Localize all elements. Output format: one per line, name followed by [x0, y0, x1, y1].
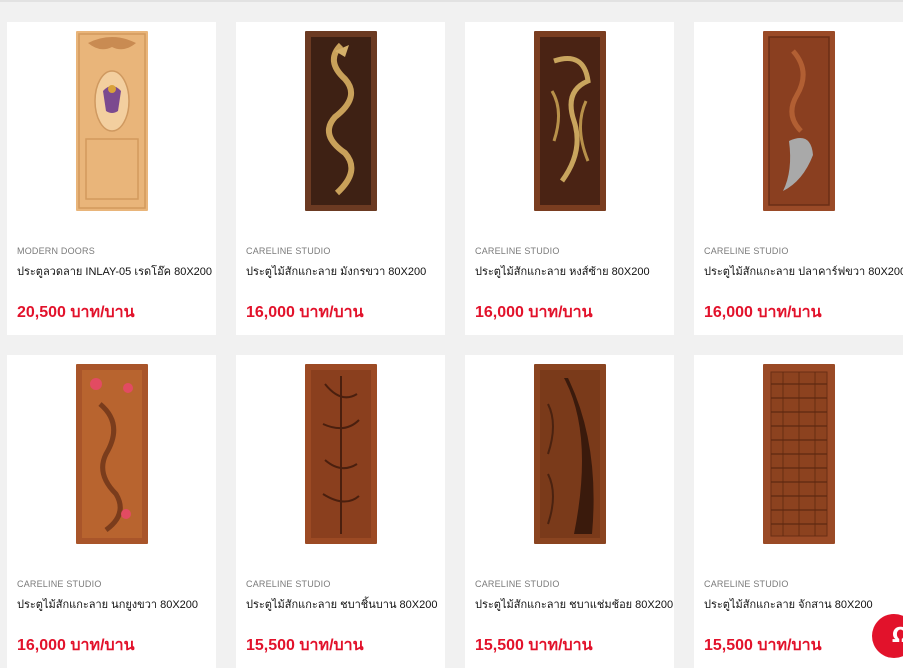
product-name[interactable]: ประตูไม้สักแกะลาย ชบาชิ้นบาน 80X200 [246, 595, 437, 613]
product-price: 16,000 บาท/บาน [475, 304, 593, 321]
product-name[interactable]: ประตูไม้สักแกะลาย มังกรขวา 80X200 [246, 262, 426, 280]
door-image [75, 364, 148, 544]
product-card[interactable]: CARELINE STUDIO ประตูไม้สักแกะลาย จักสาน… [694, 355, 903, 668]
product-brand: CARELINE STUDIO [475, 246, 560, 256]
product-card[interactable]: MODERN DOORS ประตูลวดลาย INLAY-05 เรดโอ๊… [7, 22, 216, 335]
product-name[interactable]: ประตูไม้สักแกะลาย ปลาคาร์ฟขวา 80X200 [704, 262, 903, 280]
product-brand: CARELINE STUDIO [246, 246, 331, 256]
product-name[interactable]: ประตูลวดลาย INLAY-05 เรดโอ๊ค 80X200 [17, 262, 212, 280]
product-brand: CARELINE STUDIO [246, 579, 331, 589]
door-image [304, 364, 377, 544]
product-card[interactable]: CARELINE STUDIO ประตูไม้สักแกะลาย ชบาแช่… [465, 355, 674, 668]
product-image[interactable] [7, 22, 216, 234]
door-image [762, 364, 835, 544]
product-card[interactable]: CARELINE STUDIO ประตูไม้สักแกะลาย ปลาคาร… [694, 22, 903, 335]
product-image[interactable] [465, 22, 674, 234]
product-price: 15,500 บาท/บาน [704, 637, 822, 654]
chat-icon: Ω [892, 623, 903, 647]
product-price: 15,500 บาท/บาน [246, 637, 364, 654]
product-image[interactable] [236, 22, 445, 234]
door-image [75, 31, 148, 211]
door-image [533, 31, 606, 211]
product-card[interactable]: CARELINE STUDIO ประตูไม้สักแกะลาย มังกรข… [236, 22, 445, 335]
product-card[interactable]: CARELINE STUDIO ประตูไม้สักแกะลาย นกยูงข… [7, 355, 216, 668]
product-price: 16,000 บาท/บาน [246, 304, 364, 321]
product-image[interactable] [7, 355, 216, 567]
product-image[interactable] [694, 355, 903, 567]
door-image [304, 31, 377, 211]
product-card[interactable]: CARELINE STUDIO ประตูไม้สักแกะลาย หงส์ซ้… [465, 22, 674, 335]
product-name[interactable]: ประตูไม้สักแกะลาย ชบาแช่มช้อย 80X200 [475, 595, 673, 613]
product-price: 16,000 บาท/บาน [704, 304, 822, 321]
door-image [533, 364, 606, 544]
product-brand: CARELINE STUDIO [704, 579, 789, 589]
product-price: 15,500 บาท/บาน [475, 637, 593, 654]
product-brand: CARELINE STUDIO [17, 579, 102, 589]
product-name[interactable]: ประตูไม้สักแกะลาย นกยูงขวา 80X200 [17, 595, 198, 613]
product-card[interactable]: CARELINE STUDIO ประตูไม้สักแกะลาย ชบาชิ้… [236, 355, 445, 668]
product-image[interactable] [236, 355, 445, 567]
product-price: 20,500 บาท/บาน [17, 304, 135, 321]
product-price: 16,000 บาท/บาน [17, 637, 135, 654]
product-image[interactable] [465, 355, 674, 567]
product-brand: MODERN DOORS [17, 246, 95, 256]
product-brand: CARELINE STUDIO [475, 579, 560, 589]
product-name[interactable]: ประตูไม้สักแกะลาย หงส์ซ้าย 80X200 [475, 262, 650, 280]
door-image [762, 31, 835, 211]
product-image[interactable] [694, 22, 903, 234]
product-name[interactable]: ประตูไม้สักแกะลาย จักสาน 80X200 [704, 595, 873, 613]
top-divider [0, 0, 903, 2]
product-brand: CARELINE STUDIO [704, 246, 789, 256]
